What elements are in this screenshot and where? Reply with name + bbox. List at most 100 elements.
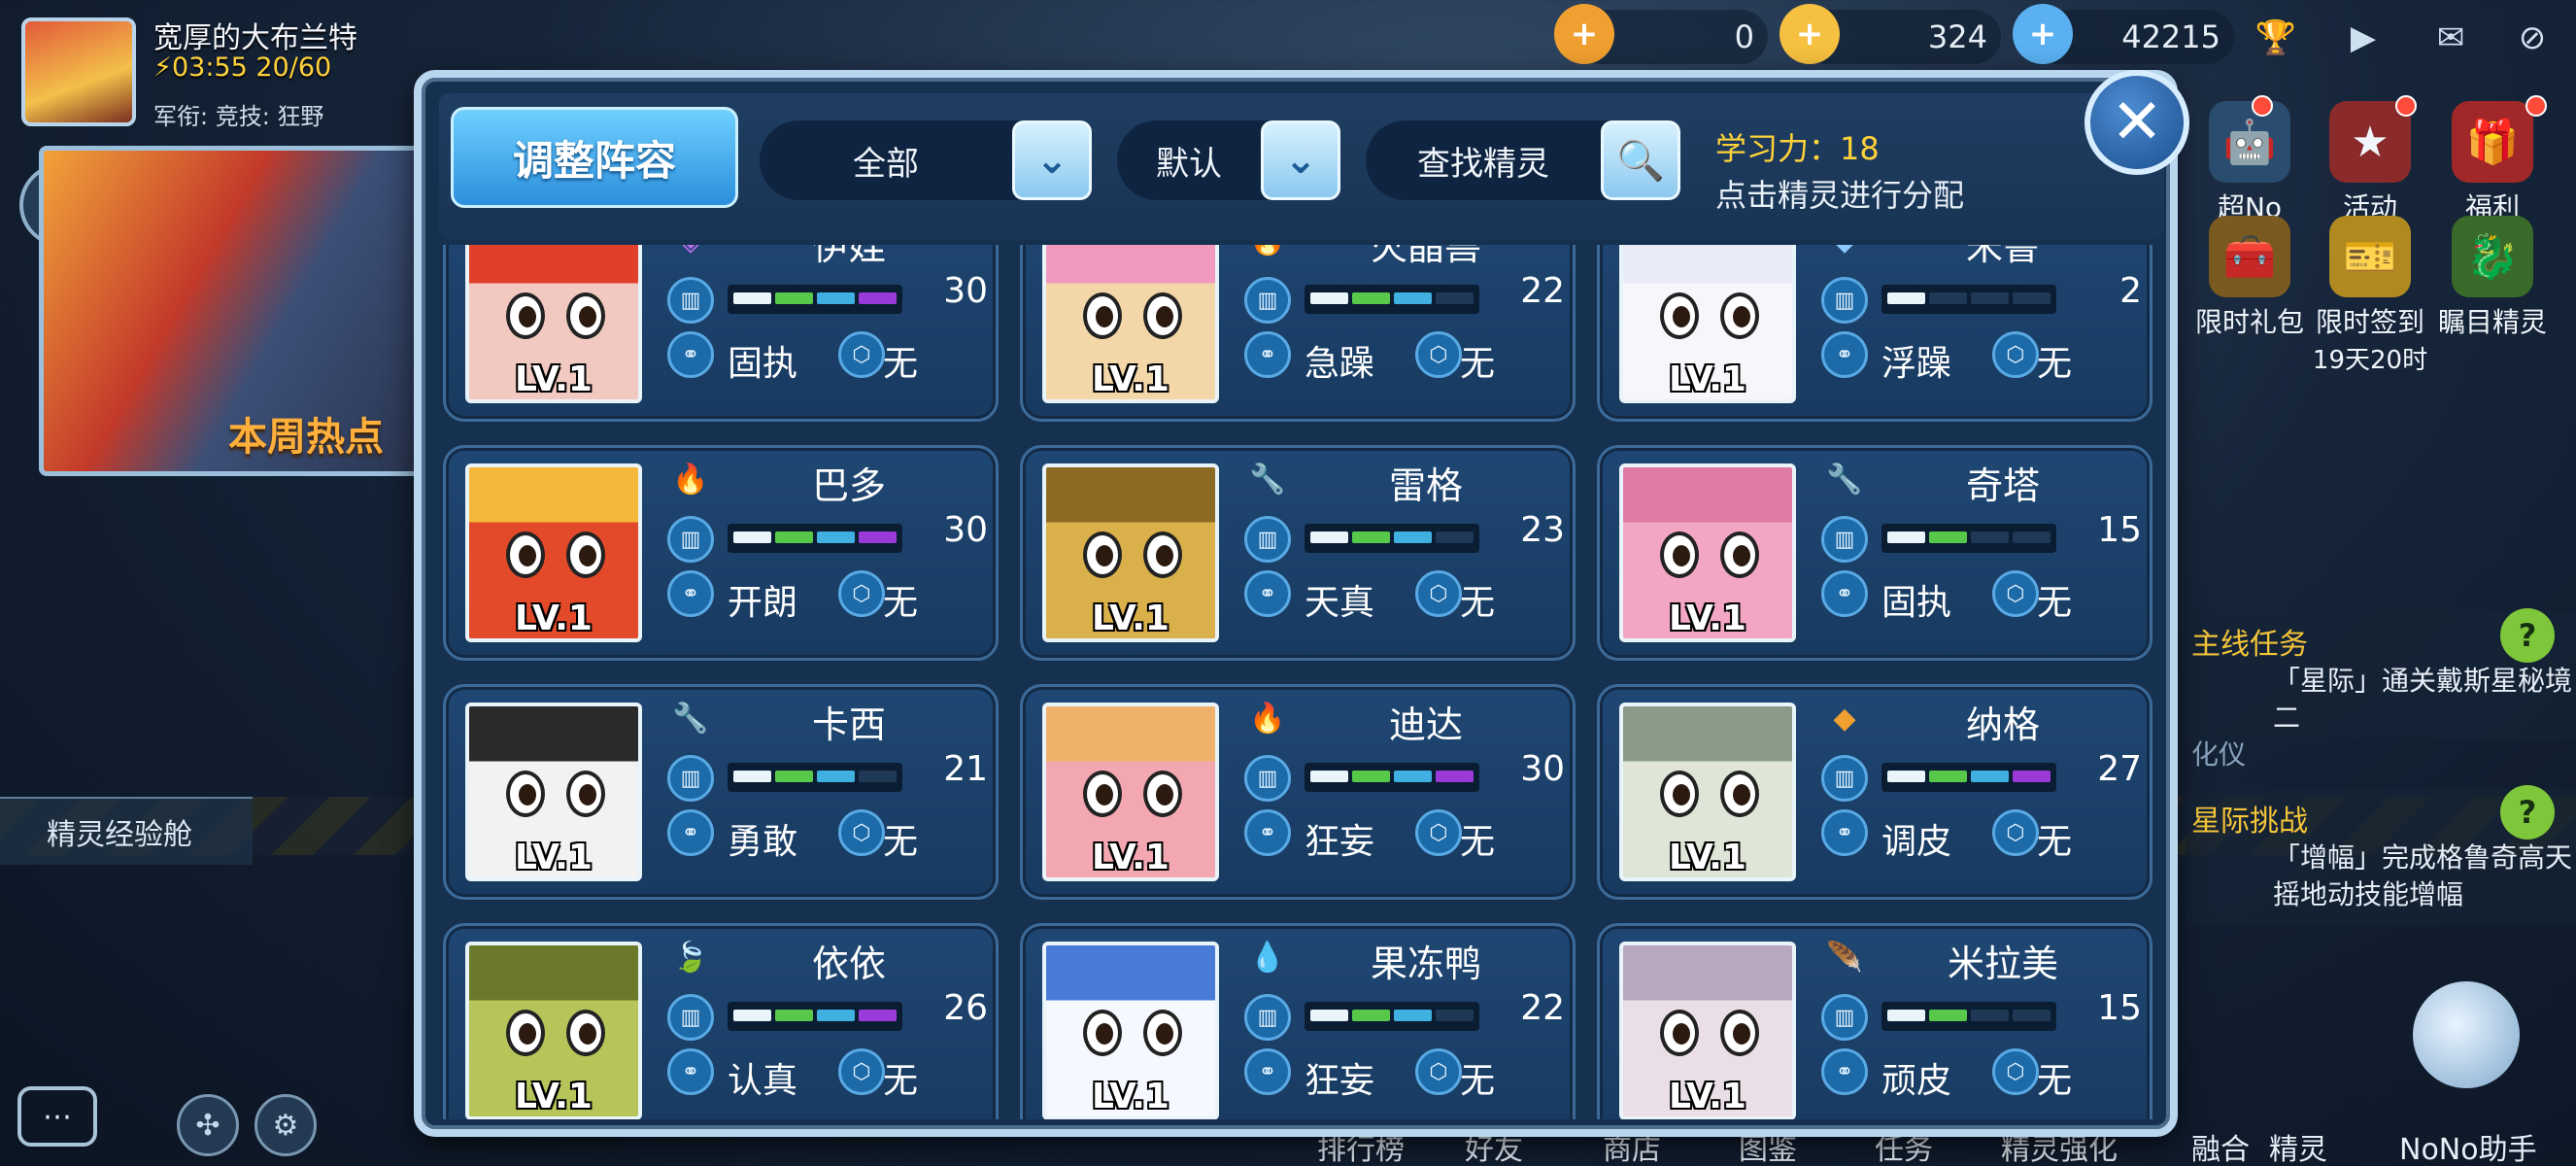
nav-nono-assistant[interactable]: NoNo助手 bbox=[2399, 1125, 2537, 1166]
resource-coin[interactable]: +0 bbox=[1554, 4, 1768, 64]
learn-power-value: 30 bbox=[943, 271, 988, 311]
spirit-nature: 浮躁 bbox=[1881, 344, 1952, 384]
nature-icon: ⚭ bbox=[1244, 809, 1291, 856]
limited-pack-button[interactable]: 🧰 限时礼包 bbox=[2191, 216, 2308, 340]
spirit-card[interactable]: LV.1 ◆ 米鲁 ▥ 2 ⚭ 浮躁 ⬡无 bbox=[1597, 245, 2152, 422]
resource-diamond[interactable]: +42215 bbox=[2013, 4, 2234, 64]
spirit-card[interactable]: LV.1 🔧 雷格 ▥ 23 ⚭ 天真 ⬡ 无 bbox=[1020, 445, 1576, 661]
spirit-eye bbox=[1660, 532, 1699, 578]
nono-robot-icon[interactable] bbox=[2413, 981, 2520, 1088]
spirit-fruit: 无 bbox=[1460, 344, 1496, 384]
learn-power-bar bbox=[1305, 524, 1479, 553]
stats-icon: ▥ bbox=[1821, 755, 1868, 802]
close-button[interactable]: ✕ bbox=[2085, 70, 2189, 175]
spirit-card[interactable]: LV.1 🔥 巴多 ▥ 30 ⚭ 开朗 ⬡ 无 bbox=[443, 445, 999, 661]
sort-dropdown[interactable]: 默认 ⌄ bbox=[1117, 120, 1340, 200]
eye-off-icon[interactable]: ⊘ bbox=[2496, 12, 2568, 64]
element-icon: 🍃 bbox=[672, 940, 709, 975]
adjust-lineup-tab[interactable]: 调整阵容 bbox=[451, 107, 738, 208]
spirit-name: 米拉美 bbox=[1947, 943, 2058, 985]
stat-bar-segment bbox=[1971, 532, 2009, 543]
super-no-button[interactable]: 🤖 超No bbox=[2191, 101, 2308, 225]
learn-power-bar bbox=[728, 763, 902, 792]
spirit-nature: 勇敢 bbox=[728, 822, 798, 862]
spirit-pupil bbox=[579, 545, 596, 566]
spirit-card[interactable]: LV.1 🪶 米拉美 ▥ 15 ⚭ 顽皮 ⬡ 无 bbox=[1597, 923, 2152, 1119]
chat-icon[interactable]: ⋯ bbox=[17, 1086, 97, 1147]
player-avatar[interactable] bbox=[21, 17, 136, 126]
stat-bar-segment bbox=[817, 771, 855, 782]
stats-icon: ▥ bbox=[667, 755, 714, 802]
stat-bar-segment bbox=[733, 771, 771, 782]
stat-bar-segment bbox=[1887, 771, 1925, 782]
spirit-nature: 认真 bbox=[728, 1061, 798, 1101]
mail-icon[interactable]: ✉ bbox=[2415, 12, 2487, 64]
stat-bar-segment bbox=[1929, 771, 1967, 782]
element-icon: 💧 bbox=[1249, 940, 1286, 975]
spirit-nature: 狂妄 bbox=[1305, 822, 1375, 862]
learn-power-value: 27 bbox=[2097, 749, 2142, 789]
type-filter-dropdown[interactable]: 全部 ⌄ bbox=[760, 120, 1092, 200]
spirit-fruit: 无 bbox=[2037, 1061, 2073, 1101]
exp-cabin-button[interactable]: 精灵经验舱 bbox=[0, 797, 253, 865]
stat-bar-segment bbox=[1436, 1010, 1474, 1021]
spirit-pupil bbox=[1673, 545, 1690, 566]
spirit-card[interactable]: LV.1 🔥 火晶兽 ▥ 22 ⚭ 急躁 ⬡无 bbox=[1020, 245, 1576, 422]
search-spirit-field[interactable]: 查找精灵 🔍 bbox=[1366, 120, 1680, 200]
stat-bar-segment bbox=[2013, 771, 2051, 782]
activity-button[interactable]: ★ 活动 bbox=[2312, 101, 2428, 225]
star-challenge-panel[interactable]: 星际挑战 ? 「增幅」完成格鲁奇高天摇地动技能增幅 bbox=[2186, 785, 2576, 925]
spirit-card[interactable]: LV.1 🔧 卡西 ▥ 21 ⚭ 勇敢 ⬡ 无 bbox=[443, 684, 999, 900]
help-icon[interactable]: ? bbox=[2500, 608, 2555, 663]
resource-gold[interactable]: +324 bbox=[1779, 4, 2001, 64]
gold-plus-icon: + bbox=[1779, 4, 1840, 64]
main-quest-panel[interactable]: 主线任务 ? 「星际」通关戴斯星秘境二 化仪 bbox=[2186, 608, 2576, 771]
spirit-card[interactable]: LV.1 💧 果冻鸭 ▥ 22 ⚭ 狂妄 ⬡ 无 bbox=[1020, 923, 1576, 1119]
gear-icon[interactable]: ⚙ bbox=[254, 1094, 317, 1156]
trophy-icon[interactable]: 🏆 bbox=[2240, 12, 2312, 64]
stat-bar-segment bbox=[1394, 532, 1432, 543]
spirit-level: LV.1 bbox=[1669, 1077, 1746, 1116]
spirit-card[interactable]: LV.1 🔥 迪达 ▥ 30 ⚭ 狂妄 ⬡ 无 bbox=[1020, 684, 1576, 900]
search-icon[interactable]: 🔍 bbox=[1601, 120, 1680, 200]
featured-spirit-button[interactable]: 🐉 瞩目精灵 bbox=[2434, 216, 2551, 340]
weekly-hot-banner[interactable]: 本周热点 bbox=[39, 146, 427, 476]
limited-signin-button[interactable]: 🎫 限时签到 19天20时 bbox=[2312, 216, 2428, 376]
learn-power-value: 15 bbox=[2097, 510, 2142, 550]
help-icon[interactable]: ? bbox=[2500, 785, 2555, 840]
spirit-card[interactable]: LV.1 🔧 奇塔 ▥ 15 ⚭ 固执 ⬡ 无 bbox=[1597, 445, 2152, 661]
stat-bar-segment bbox=[1394, 292, 1432, 304]
learn-power-bar bbox=[1305, 285, 1479, 314]
spirit-level: LV.1 bbox=[1092, 838, 1169, 877]
welfare-button[interactable]: 🎁 福利 bbox=[2434, 101, 2551, 225]
chevron-down-icon[interactable]: ⌄ bbox=[1261, 120, 1340, 200]
stat-bar-segment bbox=[1971, 292, 2009, 304]
stats-icon: ▥ bbox=[1244, 755, 1291, 802]
stat-bar-segment bbox=[859, 292, 897, 304]
fruit-icon: ⬡ bbox=[1992, 331, 2039, 378]
chevron-down-icon[interactable]: ⌄ bbox=[1012, 120, 1092, 200]
spirit-card[interactable]: LV.1 🍃 依依 ▥ 26 ⚭ 认真 ⬡ 无 bbox=[443, 923, 999, 1119]
stat-bar-segment bbox=[1394, 771, 1432, 782]
spirit-card[interactable]: LV.1 ◈ 伊娃 ▥ 30 ⚭ 固执 ⬡无 bbox=[443, 245, 999, 422]
spirit-pupil bbox=[1156, 545, 1173, 566]
element-icon: 🔥 bbox=[1248, 245, 1287, 259]
fruit-icon: ⬡ bbox=[838, 331, 885, 378]
spirit-nature: 急躁 bbox=[1305, 344, 1375, 384]
stat-bar-segment bbox=[817, 292, 855, 304]
nature-icon: ⚭ bbox=[1821, 331, 1868, 378]
settings-icon[interactable]: ✣ bbox=[177, 1094, 239, 1156]
fruit-icon: ⬡ bbox=[1992, 570, 2039, 617]
spirit-portrait: LV.1 bbox=[1619, 942, 1796, 1119]
fruit-icon: ⬡ bbox=[838, 1048, 885, 1095]
nav-spirit[interactable]: 精灵 bbox=[2269, 1125, 2327, 1166]
play-icon[interactable]: ▶ bbox=[2327, 12, 2399, 64]
nav-fusion[interactable]: 融合 bbox=[2191, 1125, 2250, 1166]
element-icon: 🔧 bbox=[672, 701, 709, 736]
stats-icon: ▥ bbox=[1244, 516, 1291, 563]
element-icon: ◆ bbox=[1825, 245, 1864, 259]
spirit-card[interactable]: LV.1 ◆ 纳格 ▥ 27 ⚭ 调皮 ⬡ 无 bbox=[1597, 684, 2152, 900]
spirit-eye bbox=[566, 292, 605, 339]
limited-signin-label: 限时签到 bbox=[2315, 306, 2424, 338]
spirit-eye bbox=[566, 771, 605, 817]
